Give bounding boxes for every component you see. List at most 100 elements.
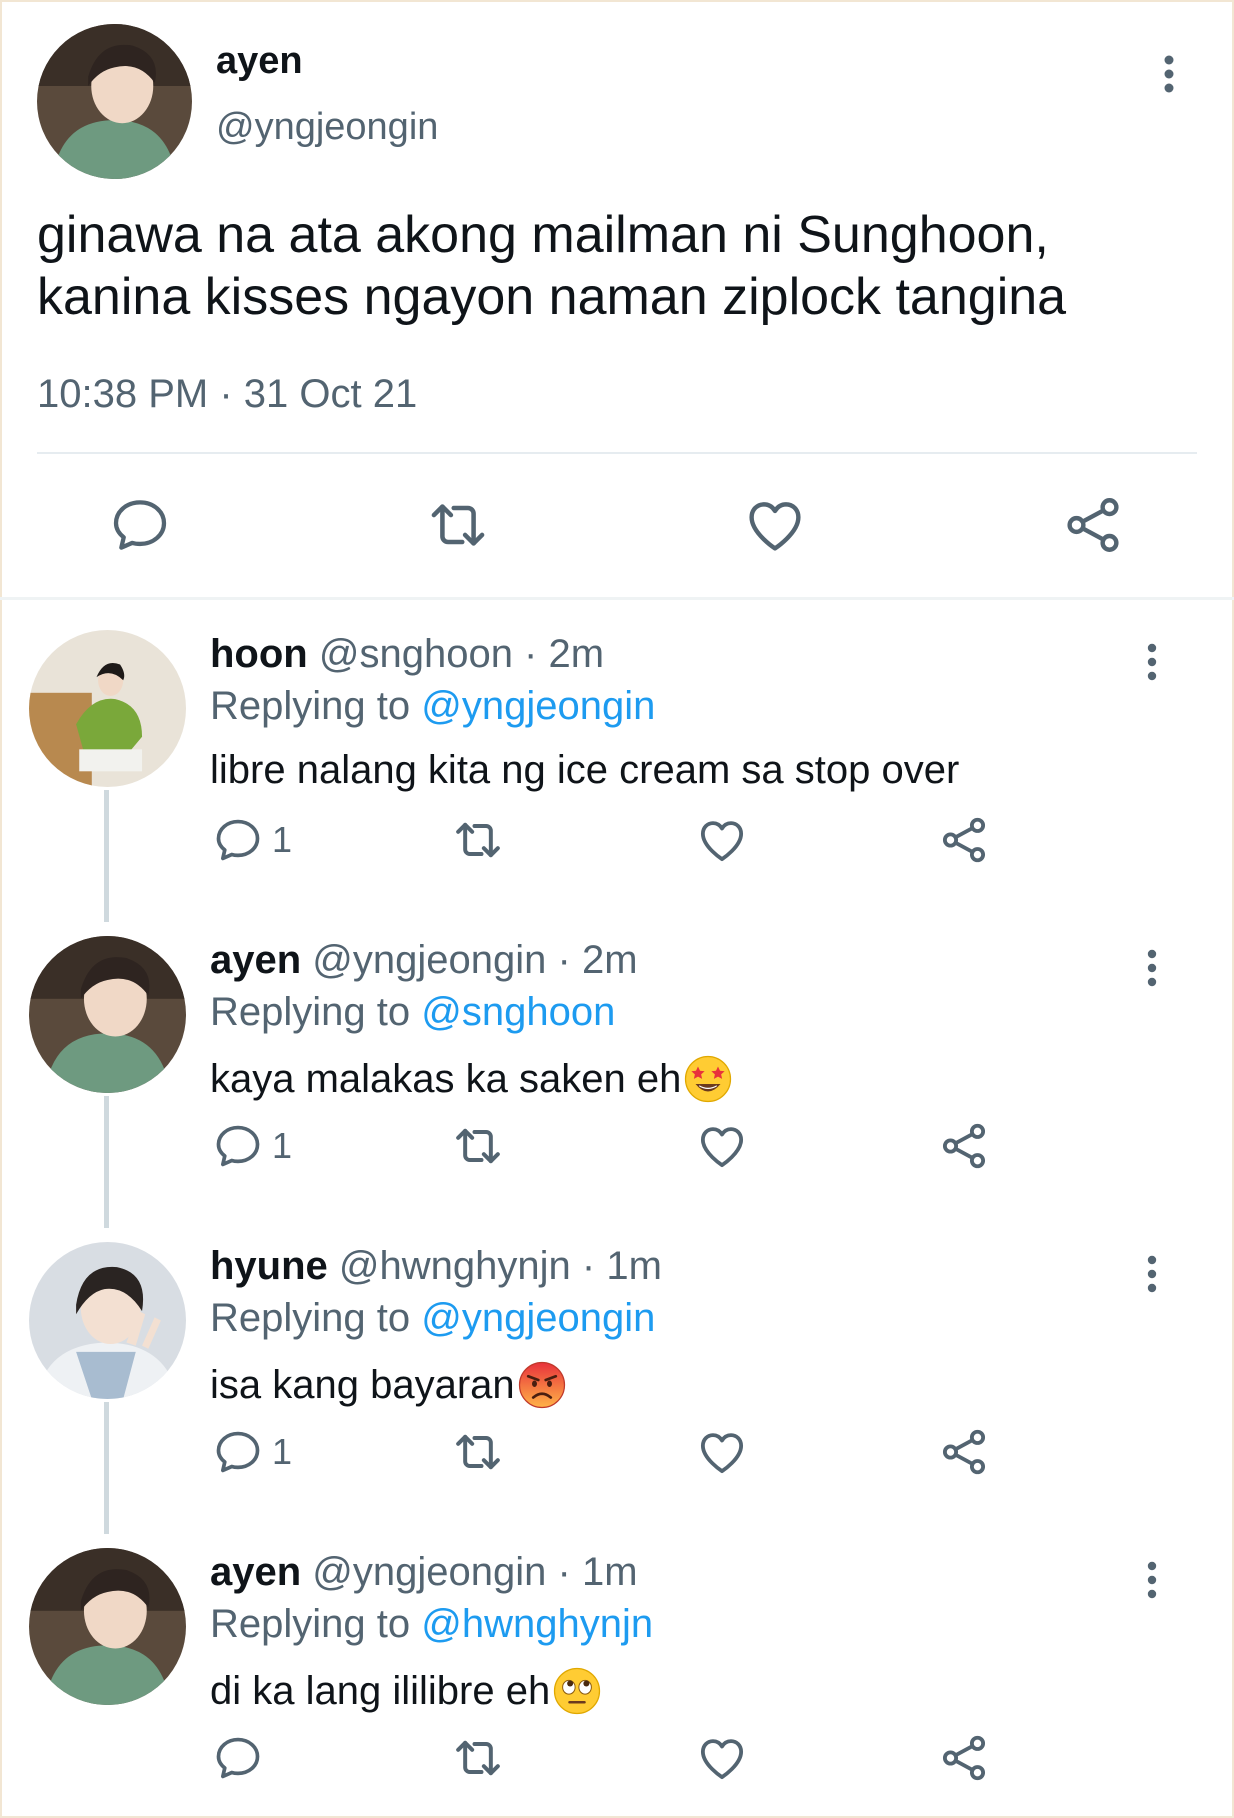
like-button[interactable] [695,812,749,868]
avatar-photo [29,936,186,1093]
retweet-button[interactable] [450,1424,506,1480]
thread-line [104,1402,109,1534]
reply-text-content: kaya malakas ka saken eh [210,1056,682,1101]
main-tweet: ayen @yngjeongin ginawa na ata akong mai… [0,0,1234,600]
reply-text-content: di ka lang ililibre eh [210,1668,551,1713]
share-button[interactable] [937,812,991,868]
tweet-text: ginawa na ata akong mailman ni Sunghoon,… [37,204,1197,328]
divider [37,452,1197,454]
retweet-icon [456,1434,500,1470]
reply-icon [216,1431,260,1473]
star-struck-emoji [683,1054,733,1104]
avatar[interactable] [29,1242,186,1399]
like-icon [700,1739,744,1780]
reply-meta[interactable]: @yngjeongin · 1m [312,1550,637,1594]
share-icon [942,1735,986,1781]
retweet-icon [456,1128,500,1164]
reply-meta[interactable]: @yngjeongin · 2m [312,938,637,982]
author-name[interactable]: ayen [216,40,303,83]
reply-author-name[interactable]: ayen [210,938,301,982]
reply-button[interactable]: 1 [212,1424,292,1480]
retweet-icon [456,822,500,858]
reply-author-name[interactable]: hoon [210,632,308,676]
reply-header: ayen @yngjeongin · 2m [210,938,638,983]
share-icon [942,1123,986,1169]
reply-count: 1 [272,819,293,860]
reply-icon [216,819,260,861]
share-button[interactable] [1058,490,1128,560]
more-options-icon[interactable] [1138,946,1166,1002]
reply-meta[interactable]: @hwnghynjn · 1m [339,1244,662,1288]
replying-to-label: Replying to [210,1602,411,1646]
reply-button[interactable] [105,490,175,560]
share-button[interactable] [937,1118,991,1174]
replying-to-line: Replying to @yngjeongin [210,1296,655,1341]
like-button[interactable] [695,1424,749,1480]
reply-text: libre nalang kita ng ice cream sa stop o… [210,748,959,793]
retweet-button[interactable] [450,1118,506,1174]
share-button[interactable] [937,1730,991,1786]
like-button[interactable] [695,1730,749,1786]
avatar-photo [29,630,186,787]
like-icon [700,1127,744,1168]
reply-count: 1 [272,1125,293,1166]
reply-tweet: ayen @yngjeongin · 2m Replying to @sngho… [0,918,1234,1228]
angry-face-emoji [517,1360,567,1410]
avatar[interactable] [37,24,192,179]
replying-to-link[interactable]: @hwnghynjn [421,1602,653,1646]
reply-tweet: hyune @hwnghynjn · 1m Replying to @yngje… [0,1224,1234,1534]
thread-line [104,1096,109,1228]
reply-button[interactable] [212,1730,272,1786]
replying-to-label: Replying to [210,1296,411,1340]
reply-icon [113,500,167,550]
retweet-button[interactable] [450,812,506,868]
more-options-icon[interactable] [1138,1252,1166,1308]
reply-icon [216,1125,260,1167]
reply-button[interactable]: 1 [212,812,292,868]
replying-to-link[interactable]: @yngjeongin [421,1296,655,1340]
more-options-icon[interactable] [1154,50,1184,110]
reply-header: hyune @hwnghynjn · 1m [210,1244,662,1289]
reply-text: kaya malakas ka saken eh [210,1054,733,1104]
reply-tweet: ayen @yngjeongin · 1m Replying to @hwngh… [0,1530,1234,1818]
reply-icon [216,1737,260,1779]
retweet-icon [431,504,485,546]
reply-text-content: isa kang bayaran [210,1362,515,1407]
replying-to-line: Replying to @snghoon [210,990,615,1035]
reply-text: isa kang bayaran [210,1360,567,1410]
replying-to-label: Replying to [210,684,411,728]
like-button[interactable] [740,490,810,560]
avatar[interactable] [29,1548,186,1705]
retweet-button[interactable] [450,1730,506,1786]
avatar-photo [29,1242,186,1399]
reply-author-name[interactable]: ayen [210,1550,301,1594]
replying-to-link[interactable]: @yngjeongin [421,684,655,728]
like-icon [700,821,744,862]
more-options-icon[interactable] [1138,1558,1166,1614]
share-button[interactable] [937,1424,991,1480]
author-handle[interactable]: @yngjeongin [216,106,438,149]
replying-to-link[interactable]: @snghoon [421,990,615,1034]
reply-button[interactable]: 1 [212,1118,292,1174]
reply-author-name[interactable]: hyune [210,1244,328,1288]
retweet-button[interactable] [423,490,493,560]
reply-header: hoon @snghoon · 2m [210,632,604,677]
reply-tweet: hoon @snghoon · 2m Replying to @yngjeong… [0,612,1234,922]
tweet-text-line: kanina kisses ngayon naman ziplock tangi… [37,268,1067,326]
avatar-photo [29,1548,186,1705]
like-button[interactable] [695,1118,749,1174]
eye-roll-emoji [552,1666,602,1716]
share-icon [942,817,986,863]
more-options-icon[interactable] [1138,640,1166,696]
reply-text-content: libre nalang kita ng ice cream sa stop o… [210,748,960,792]
tweet-timestamp[interactable]: 10:38 PM · 31 Oct 21 [37,372,417,417]
reply-header: ayen @yngjeongin · 1m [210,1550,638,1595]
share-icon [1067,498,1119,552]
avatar[interactable] [29,630,186,787]
avatar[interactable] [29,936,186,1093]
replying-to-label: Replying to [210,990,411,1034]
reply-meta[interactable]: @snghoon · 2m [319,632,604,676]
tweet-text-line: ginawa na ata akong mailman ni Sunghoon, [37,206,1049,264]
section-separator [0,597,1234,600]
share-icon [942,1429,986,1475]
